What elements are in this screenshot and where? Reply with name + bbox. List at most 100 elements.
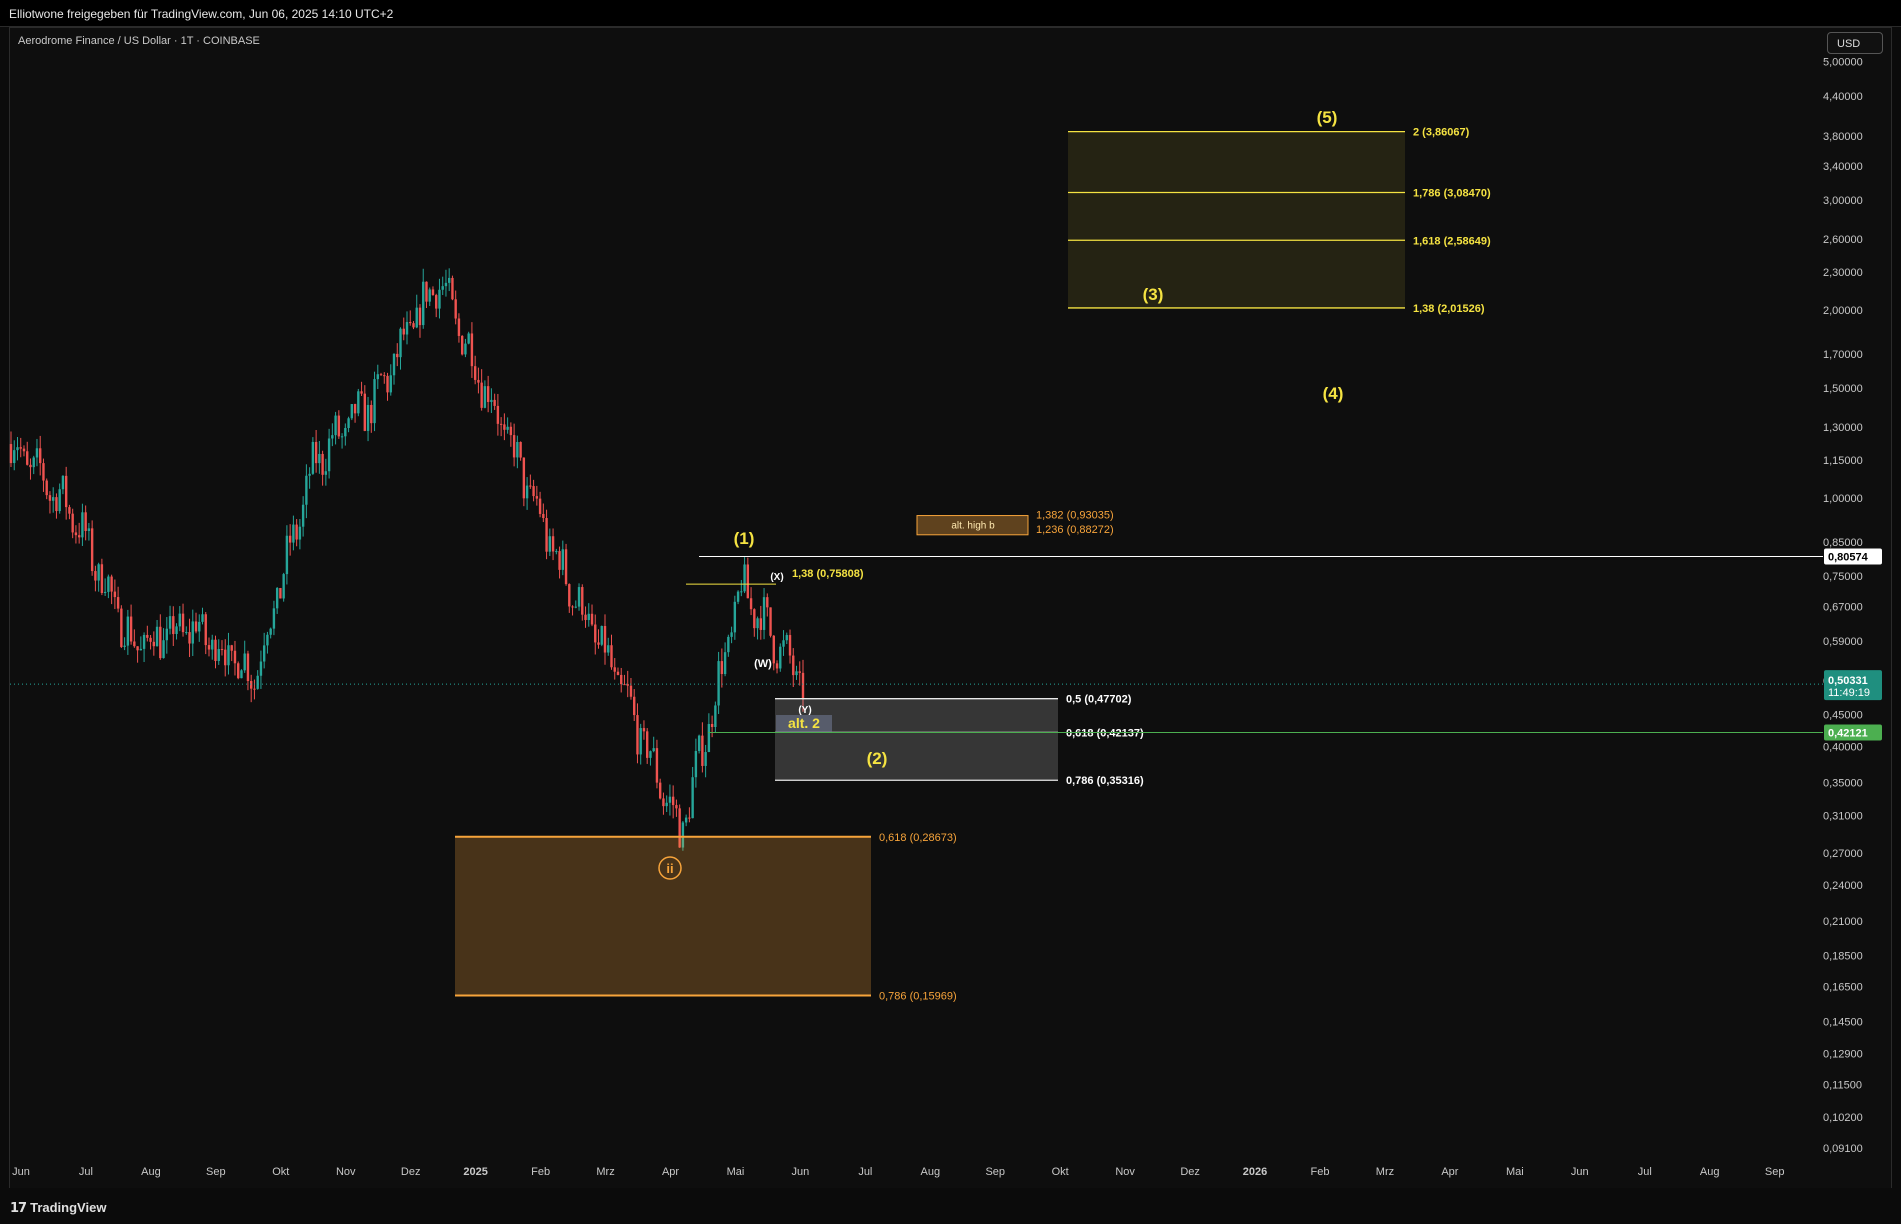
- candle-body: [581, 587, 584, 615]
- x-tick-label: Mai: [1506, 1166, 1524, 1178]
- candle-body: [314, 441, 318, 464]
- x-tick-label: Jun: [1571, 1166, 1589, 1178]
- candle-body: [172, 616, 175, 635]
- candle-body: [720, 661, 724, 675]
- candle-body: [61, 475, 65, 490]
- candle-body: [522, 457, 526, 499]
- white-fib-label: 0,618 (0,42137): [1066, 727, 1144, 739]
- candle-body: [788, 635, 792, 656]
- candle-body: [344, 428, 347, 437]
- candle-body: [558, 551, 561, 570]
- candle-body: [798, 671, 801, 673]
- yellow-fib-label: 1,38 (2,01526): [1413, 303, 1485, 315]
- candle-body: [801, 672, 805, 700]
- candle-body: [740, 591, 743, 593]
- candle-body: [198, 621, 201, 632]
- candle-body: [32, 457, 35, 468]
- last-price-value: 0,50331: [1828, 675, 1868, 687]
- candle-body: [262, 645, 266, 662]
- candle-body: [103, 591, 107, 593]
- candle-body: [542, 513, 545, 519]
- x-tick-label: Mrz: [1376, 1166, 1394, 1178]
- candle-body: [159, 626, 162, 659]
- candle-body: [662, 798, 665, 807]
- candle-body: [178, 613, 181, 627]
- y-tick-label: 0,67000: [1823, 602, 1863, 614]
- candle-body: [227, 645, 230, 666]
- candle-body: [298, 526, 302, 540]
- x-tick-label: Dez: [401, 1166, 421, 1178]
- x-tick-label: Okt: [272, 1166, 289, 1178]
- yellow-fib-label: 2 (3,86067): [1413, 127, 1470, 139]
- candle-body: [107, 576, 110, 592]
- candle-body: [697, 735, 701, 752]
- candle-body: [766, 597, 769, 608]
- currency-button[interactable]: USD: [1827, 32, 1883, 54]
- y-tick-label: 4,40000: [1823, 91, 1863, 103]
- x-tick-label: Apr: [1441, 1166, 1458, 1178]
- candle-body: [97, 564, 100, 581]
- candle-body: [707, 723, 711, 753]
- candle-body: [220, 649, 224, 651]
- candle-body: [334, 415, 337, 436]
- candle-body: [769, 607, 772, 636]
- candle-body: [490, 399, 493, 402]
- candle-body: [727, 636, 730, 653]
- x-tick-label: 2025: [463, 1166, 487, 1178]
- candle-body: [379, 374, 383, 376]
- candle-body: [561, 549, 565, 570]
- candle-body: [327, 438, 331, 472]
- wave-label: (3): [1143, 285, 1164, 304]
- candle-body: [321, 453, 324, 475]
- candle-body: [324, 471, 328, 475]
- candle-body: [441, 286, 444, 290]
- y-tick-label: 0,21000: [1823, 916, 1863, 928]
- y-tick-label: 0,18500: [1823, 951, 1863, 963]
- candle-body: [237, 663, 240, 679]
- candle-body: [301, 504, 305, 527]
- x-tick-label: Aug: [921, 1166, 941, 1178]
- brand-label: TradingView: [30, 1200, 107, 1215]
- candle-body: [376, 374, 379, 380]
- yellow-fib-label: 1,618 (2,58649): [1413, 235, 1491, 247]
- candle-body: [428, 289, 431, 302]
- candle-body: [279, 588, 282, 599]
- candle-body: [39, 448, 42, 464]
- price-chart[interactable]: 5,00000 4,40000 3,80000 3,40000 3,00000 2,600…: [0, 0, 1901, 1188]
- candle-body: [217, 649, 220, 661]
- tradingview-logo[interactable]: 17 TradingView: [10, 1200, 106, 1216]
- candle-body: [412, 323, 415, 328]
- yellow-target-box: [1068, 131, 1405, 308]
- candle-body: [191, 621, 194, 644]
- candle-body: [311, 441, 315, 474]
- candle-body: [175, 626, 178, 635]
- candle-body: [736, 591, 740, 602]
- candle-body: [399, 328, 402, 358]
- candle-body: [74, 532, 78, 536]
- candle-body: [285, 535, 289, 575]
- candle-body: [675, 805, 678, 809]
- candle-body: [9, 444, 13, 464]
- y-tick-label: 0,31000: [1823, 811, 1863, 823]
- y-tick-label: 2,30000: [1823, 267, 1863, 279]
- white-fib-label: 0,786 (0,35316): [1066, 775, 1144, 787]
- candle-body: [587, 613, 590, 621]
- candle-body: [714, 705, 717, 727]
- candle-body: [100, 564, 104, 593]
- candle-body: [149, 637, 152, 642]
- candle-body: [538, 498, 542, 514]
- candle-body: [64, 475, 68, 508]
- candle-body: [168, 616, 172, 629]
- candle-body: [16, 447, 19, 451]
- candle-body: [717, 661, 720, 706]
- x-tick-label: Feb: [531, 1166, 550, 1178]
- candle-body: [548, 536, 552, 552]
- x-tick-label: Dez: [1180, 1166, 1200, 1178]
- wave-label: (X): [770, 572, 783, 583]
- alt-high-label: alt. high b: [951, 521, 995, 532]
- candle-body: [214, 639, 217, 661]
- candle-body: [162, 640, 165, 659]
- candle-body: [418, 307, 422, 326]
- axis-price-label: 0,42121: [1828, 727, 1868, 739]
- candle-body: [185, 632, 188, 634]
